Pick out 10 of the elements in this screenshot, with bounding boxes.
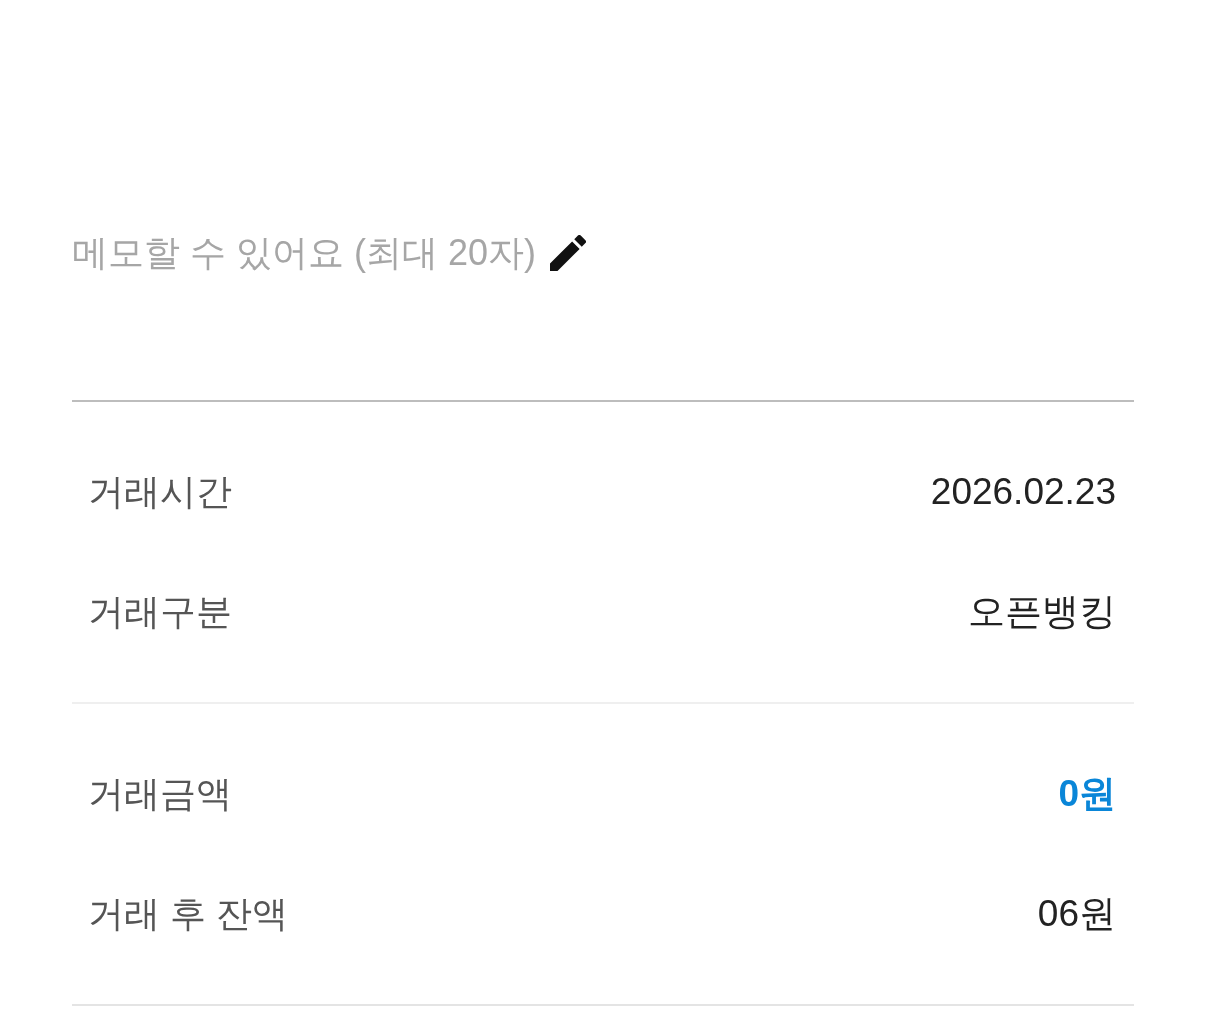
pencil-icon bbox=[550, 235, 587, 271]
memo-edit-button[interactable]: 메모할 수 있어요 (최대 20자) bbox=[72, 226, 587, 280]
amount-value: 0원 bbox=[1058, 772, 1116, 816]
detail-label: 거래금액 bbox=[88, 771, 232, 816]
detail-label: 거래시간 bbox=[88, 469, 232, 514]
detail-label: 거래 후 잔액 bbox=[88, 891, 288, 936]
detail-value: 오픈뱅킹 bbox=[968, 590, 1116, 634]
detail-value: 06원 bbox=[1037, 892, 1116, 936]
detail-value: 2026.02.23 bbox=[930, 471, 1116, 513]
detail-label: 거래구분 bbox=[88, 589, 232, 634]
